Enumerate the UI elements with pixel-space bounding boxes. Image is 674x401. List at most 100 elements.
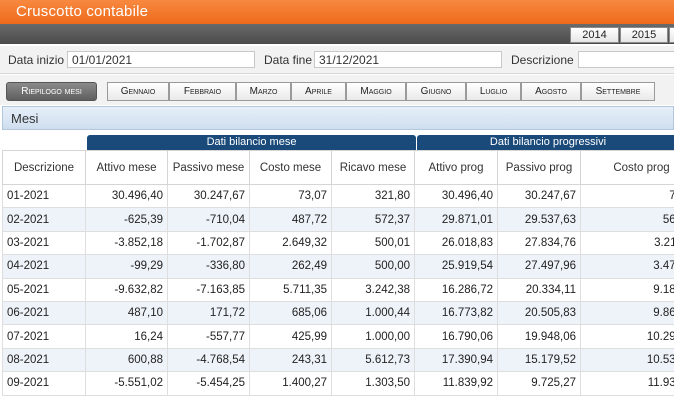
data-grid: Dati bilancio mese Dati bilancio progres… bbox=[2, 130, 674, 401]
year-bar: 2014 2015 bbox=[0, 24, 674, 44]
data-inizio-field[interactable]: 01/01/2021 bbox=[67, 51, 255, 68]
tab-giugno[interactable]: Giugno bbox=[406, 82, 466, 101]
cell-costo-prog: 10.295,00 bbox=[580, 324, 674, 349]
cell-passivo-mese: -336,80 bbox=[167, 254, 250, 279]
cell-attivo-prog: 16.286,72 bbox=[414, 277, 498, 302]
cell-ricavo-mese: 5.612,73 bbox=[331, 347, 415, 373]
cell-costo-mese: 243,31 bbox=[249, 347, 332, 373]
cell-passivo-mese: -4.768,54 bbox=[167, 347, 250, 373]
title-bar: Cruscotto contabile bbox=[0, 0, 674, 24]
cell-attivo-prog: 17.390,94 bbox=[414, 347, 498, 373]
table-row[interactable]: 01-2021 30.496,40 30.247,67 73,07 321,80… bbox=[2, 183, 674, 209]
cell-attivo-mese: -9.632,82 bbox=[85, 277, 168, 302]
cell-passivo-mese: 30.247,67 bbox=[167, 183, 250, 209]
cell-costo-mese: 487,72 bbox=[249, 207, 332, 232]
column-header-passivo-prog[interactable]: Passivo prog bbox=[497, 150, 581, 185]
table-row[interactable]: 02-2021 -625,39 -710,04 487,72 572,37 29… bbox=[2, 207, 674, 232]
cell-descrizione: 04-2021 bbox=[2, 254, 86, 279]
cell-attivo-mese: 600,88 bbox=[85, 347, 168, 373]
cell-attivo-mese: -5.551,02 bbox=[85, 371, 168, 396]
table-row[interactable]: 08-2021 600,88 -4.768,54 243,31 5.612,73… bbox=[2, 347, 674, 373]
group-header-progressivi: Dati bilancio progressivi bbox=[417, 135, 674, 150]
cell-attivo-mese: 30.496,40 bbox=[85, 183, 168, 209]
year-button-more[interactable] bbox=[669, 27, 674, 43]
cell-costo-prog: 9.869,01 bbox=[580, 300, 674, 326]
cell-passivo-prog: 29.537,63 bbox=[497, 207, 581, 232]
table-row[interactable]: 09-2021 -5.551,02 -5.454,25 1.400,27 1.3… bbox=[2, 371, 674, 396]
cell-descrizione: 08-2021 bbox=[2, 347, 86, 373]
cell-attivo-mese: -3.852,18 bbox=[85, 230, 168, 256]
table-row[interactable]: 07-2021 16,24 -557,77 425,99 1.000,00 16… bbox=[2, 324, 674, 349]
cell-descrizione: 01-2021 bbox=[2, 183, 86, 209]
cell-ricavo-mese: 1.000,00 bbox=[331, 324, 415, 349]
table-row[interactable]: 03-2021 -3.852,18 -1.702,87 2.649,32 500… bbox=[2, 230, 674, 256]
cell-attivo-prog: 30.496,40 bbox=[414, 183, 498, 209]
cell-attivo-prog: 25.919,54 bbox=[414, 254, 498, 279]
cell-ricavo-mese: 500,00 bbox=[331, 254, 415, 279]
tab-agosto[interactable]: Agosto bbox=[521, 82, 581, 101]
cell-costo-mese: 685,06 bbox=[249, 300, 332, 326]
cell-attivo-prog: 29.871,01 bbox=[414, 207, 498, 232]
cell-ricavo-mese: 1.303,50 bbox=[331, 371, 415, 396]
section-title: Mesi bbox=[11, 111, 39, 126]
table-row[interactable]: 05-2021 -9.632,82 -7.163,85 5.711,35 3.2… bbox=[2, 277, 674, 302]
cell-costo-prog: 3.210,11 bbox=[580, 230, 674, 256]
column-header-attivo-mese[interactable]: Attivo mese bbox=[85, 150, 168, 185]
tab-riepilogo-mesi[interactable]: Riepilogo mesi bbox=[6, 82, 97, 101]
column-header-descrizione[interactable]: Descrizione bbox=[2, 150, 86, 185]
cell-passivo-prog: 27.834,76 bbox=[497, 230, 581, 256]
descrizione-label: Descrizione bbox=[511, 53, 574, 67]
cell-costo-mese: 5.711,35 bbox=[249, 277, 332, 302]
tab-aprile[interactable]: Aprile bbox=[291, 82, 346, 101]
tab-luglio[interactable]: Luglio bbox=[466, 82, 521, 101]
cell-costo-prog: 10.538,31 bbox=[580, 347, 674, 373]
descrizione-field[interactable] bbox=[578, 51, 674, 68]
data-fine-label: Data fine bbox=[264, 53, 313, 67]
cell-ricavo-mese: 500,01 bbox=[331, 230, 415, 256]
tab-settembre[interactable]: Settembre bbox=[581, 82, 655, 101]
cell-costo-mese: 1.400,27 bbox=[249, 371, 332, 396]
tab-marzo[interactable]: Marzo bbox=[236, 82, 291, 101]
table-row[interactable]: 06-2021 487,10 171,72 685,06 1.000,44 16… bbox=[2, 300, 674, 326]
column-header-costo-prog[interactable]: Costo prog bbox=[580, 150, 674, 185]
table-row[interactable]: 04-2021 -99,29 -336,80 262,49 500,00 25.… bbox=[2, 254, 674, 279]
cell-costo-mese: 425,99 bbox=[249, 324, 332, 349]
cell-ricavo-mese: 572,37 bbox=[331, 207, 415, 232]
cell-costo-prog: 11.938,58 bbox=[580, 371, 674, 396]
cell-attivo-mese: -625,39 bbox=[85, 207, 168, 232]
tab-febbraio[interactable]: Febbraio bbox=[169, 82, 236, 101]
cell-ricavo-mese: 1.000,44 bbox=[331, 300, 415, 326]
cell-passivo-prog: 9.725,27 bbox=[497, 371, 581, 396]
data-fine-field[interactable]: 31/12/2021 bbox=[314, 51, 502, 68]
cell-passivo-mese: -557,77 bbox=[167, 324, 250, 349]
cell-attivo-prog: 16.773,82 bbox=[414, 300, 498, 326]
cell-passivo-prog: 27.497,96 bbox=[497, 254, 581, 279]
cell-costo-mese: 2.649,32 bbox=[249, 230, 332, 256]
cell-attivo-prog: 16.790,06 bbox=[414, 324, 498, 349]
cell-costo-mese: 262,49 bbox=[249, 254, 332, 279]
tab-maggio[interactable]: Maggio bbox=[346, 82, 406, 101]
cell-descrizione: 05-2021 bbox=[2, 277, 86, 302]
cell-passivo-mese: 171,72 bbox=[167, 300, 250, 326]
cell-costo-prog: 3.472,60 bbox=[580, 254, 674, 279]
cell-attivo-mese: 487,10 bbox=[85, 300, 168, 326]
column-header-costo-mese[interactable]: Costo mese bbox=[249, 150, 332, 185]
cell-passivo-prog: 20.505,83 bbox=[497, 300, 581, 326]
cell-passivo-mese: -710,04 bbox=[167, 207, 250, 232]
cell-attivo-prog: 11.839,92 bbox=[414, 371, 498, 396]
column-header-ricavo-mese[interactable]: Ricavo mese bbox=[331, 150, 415, 185]
cell-passivo-mese: -7.163,85 bbox=[167, 277, 250, 302]
tab-gennaio[interactable]: Gennaio bbox=[107, 82, 169, 101]
cell-passivo-prog: 19.948,06 bbox=[497, 324, 581, 349]
filter-bar: Data inizio 01/01/2021 Data fine 31/12/2… bbox=[0, 46, 674, 74]
year-button-2014[interactable]: 2014 bbox=[570, 27, 619, 43]
riepilogo-table: Descrizione Attivo mese Passivo mese Cos… bbox=[2, 150, 674, 396]
section-header: Mesi bbox=[2, 106, 674, 130]
column-header-attivo-prog[interactable]: Attivo prog bbox=[414, 150, 498, 185]
month-tabs: Riepilogo mesi Gennaio Febbraio Marzo Ap… bbox=[0, 75, 674, 105]
cell-attivo-mese: 16,24 bbox=[85, 324, 168, 349]
year-button-2015[interactable]: 2015 bbox=[620, 27, 668, 43]
table-header-row: Descrizione Attivo mese Passivo mese Cos… bbox=[2, 150, 674, 185]
column-header-passivo-mese[interactable]: Passivo mese bbox=[167, 150, 250, 185]
cell-costo-prog: 9.183,95 bbox=[580, 277, 674, 302]
